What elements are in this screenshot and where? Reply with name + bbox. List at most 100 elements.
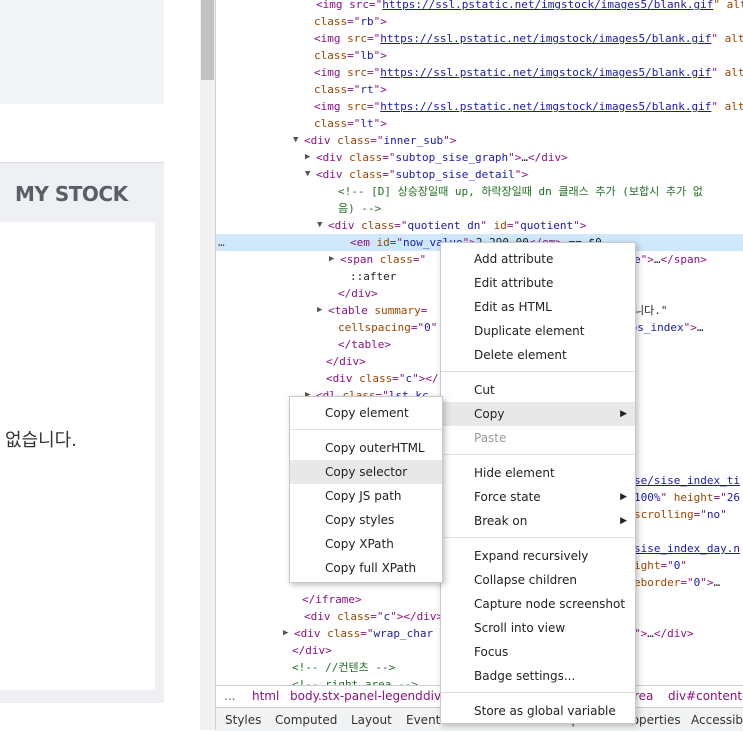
expand-triangle-icon[interactable]: ▶ <box>283 625 288 642</box>
no-stock-message: 없습니다. <box>5 430 77 451</box>
collapse-triangle-icon[interactable]: ▼ <box>317 217 322 234</box>
menu-item-capture-node-screenshot[interactable]: Capture node screenshot <box>441 592 635 616</box>
breadcrumb-item[interactable]: html <box>252 689 279 703</box>
code-token: "> <box>508 151 522 164</box>
menu-item-copy-styles[interactable]: Copy styles <box>290 508 442 532</box>
menu-item-expand-recursively[interactable]: Expand recursively <box>441 544 635 568</box>
menu-item-label: Store as global variable <box>474 704 616 718</box>
dom-tree-node[interactable]: <img src="https://ssl.pstatic.net/imgsto… <box>216 98 743 115</box>
code-token: =" <box>506 219 521 232</box>
menu-item-cut[interactable]: Cut <box>441 378 635 402</box>
code-token: … <box>647 627 654 640</box>
collapse-triangle-icon[interactable]: ▼ <box>293 132 298 149</box>
dom-tree-node[interactable]: <img src="https://ssl.pstatic.net/imgsto… <box>216 0 743 13</box>
menu-item-label: Paste <box>474 431 507 445</box>
menu-item-copy-outerhtml[interactable]: Copy outerHTML <box>290 436 442 460</box>
code-token[interactable]: https://ssl.pstatic.net/imgstock/images5… <box>382 0 713 11</box>
code-token[interactable]: https://ssl.pstatic.net/imgstock/images5… <box>380 100 711 113</box>
code-token[interactable]: sise_index_day.n <box>634 542 740 555</box>
code-token: rt <box>360 83 374 96</box>
code-token: "> <box>640 253 654 266</box>
menu-item-copy[interactable]: Copy ▶ <box>441 402 635 426</box>
dom-tree-node[interactable]: ▶ <div class="subtop_sise_graph">…</div> <box>216 149 743 166</box>
menu-item-duplicate-element[interactable]: Duplicate element <box>441 319 635 343</box>
menu-item-edit-attribute[interactable]: Edit attribute <box>441 271 635 295</box>
menu-item-hide-element[interactable]: Hide element <box>441 461 635 485</box>
breadcrumb-item[interactable]: div#contentar <box>668 689 743 703</box>
code-token: =" <box>382 151 396 164</box>
collapse-triangle-icon[interactable]: ▼ <box>305 166 310 183</box>
code-token: "></ <box>412 372 439 385</box>
code-fragment: ight="0" <box>634 557 687 574</box>
code-token: <img <box>314 32 348 45</box>
menu-item-break-on[interactable]: Break on ▶ <box>441 509 635 533</box>
page-gray-panel <box>0 0 164 104</box>
dom-tree-node[interactable]: 음) --> <box>216 200 743 217</box>
breadcrumb-item[interactable]: div <box>423 689 441 703</box>
code-token: =" <box>367 66 381 79</box>
expand-triangle-icon[interactable]: ▶ <box>317 302 322 319</box>
dom-tree-node[interactable]: class="lb"> <box>216 47 743 64</box>
menu-item-focus[interactable]: Focus <box>441 640 635 664</box>
breadcrumb-item[interactable]: rea <box>634 689 653 703</box>
code-token: id <box>376 236 390 249</box>
code-token: =" <box>382 168 396 181</box>
code-token[interactable]: se/sise_index_ti <box>634 474 740 487</box>
dom-tree-node[interactable]: <!-- [D] 상승장일때 up, 하락장일때 dn 클래스 추가 (보합시 … <box>216 183 743 200</box>
tab-layout[interactable]: Layout <box>351 713 392 727</box>
menu-item-edit-as-html[interactable]: Edit as HTML <box>441 295 635 319</box>
scrollbar-thumb[interactable] <box>201 0 214 80</box>
menu-item-store-as-global-variable[interactable]: Store as global variable <box>441 699 635 723</box>
code-fragment: sise_index_day.n <box>634 540 740 557</box>
expand-triangle-icon[interactable]: ▶ <box>305 149 310 166</box>
tab-accessibili[interactable]: Accessibili <box>691 713 743 727</box>
menu-item-badge-settings[interactable]: Badge settings... <box>441 664 635 688</box>
menu-item-label: Capture node screenshot <box>474 597 626 611</box>
dom-tree-node[interactable]: <img src="https://ssl.pstatic.net/imgsto… <box>216 30 743 47</box>
menu-item-scroll-into-view[interactable]: Scroll into view <box>441 616 635 640</box>
dom-tree-node[interactable]: ▼ <div class="inner_sub"> <box>216 132 743 149</box>
dom-tree-node[interactable]: <img src="https://ssl.pstatic.net/imgsto… <box>216 64 743 81</box>
code-token: </table> <box>338 338 391 351</box>
breadcrumb-overflow[interactable]: ... <box>224 689 235 703</box>
code-token: 26 <box>726 491 740 504</box>
menu-item-copy-full-xpath[interactable]: Copy full XPath <box>290 556 442 580</box>
code-fragment: 100%" height="26 <box>634 489 740 506</box>
code-token: </div> <box>527 151 568 164</box>
code-token: … <box>521 151 528 164</box>
code-token: " <box>680 559 687 572</box>
tab-styles[interactable]: Styles <box>225 713 261 727</box>
code-token[interactable]: https://ssl.pstatic.net/imgstock/images5… <box>380 32 711 45</box>
menu-item-force-state[interactable]: Force state ▶ <box>441 485 635 509</box>
submenu-arrow-icon: ▶ <box>620 409 627 419</box>
dom-tree-node[interactable]: class="rb"> <box>216 13 743 30</box>
breadcrumb-item[interactable]: body.stx-panel-legend <box>290 689 423 703</box>
page-scrollbar[interactable] <box>200 0 216 730</box>
menu-item-copy-selector[interactable]: Copy selector <box>290 460 442 484</box>
dom-tree-node[interactable]: ▼ <div class="subtop_sise_detail"> <box>216 166 743 183</box>
code-token: "> <box>683 321 697 334</box>
dom-tree-node[interactable]: class="rt"> <box>216 81 743 98</box>
menu-item-label: Add attribute <box>474 252 554 266</box>
menu-item-delete-element[interactable]: Delete element <box>441 343 635 367</box>
code-token[interactable]: https://ssl.pstatic.net/imgstock/images5… <box>380 66 711 79</box>
menu-separator <box>441 537 635 538</box>
menu-item-collapse-children[interactable]: Collapse children <box>441 568 635 592</box>
dom-tree-node[interactable]: ▼ <div class="quotient dn" id="quotient"> <box>216 217 743 234</box>
menu-item-copy-element[interactable]: Copy element <box>290 401 442 425</box>
more-options-icon[interactable]: … <box>218 234 225 251</box>
tab-computed[interactable]: Computed <box>275 713 337 727</box>
menu-separator <box>290 429 442 430</box>
menu-item-label: Collapse children <box>474 573 577 587</box>
menu-item-copy-js-path[interactable]: Copy JS path <box>290 484 442 508</box>
menu-item-copy-xpath[interactable]: Copy XPath <box>290 532 442 556</box>
dom-tree-node[interactable]: class="lt"> <box>216 115 743 132</box>
menu-separator <box>441 371 635 372</box>
menu-item-label: Duplicate element <box>474 324 585 338</box>
expand-triangle-icon[interactable]: ▶ <box>329 251 334 268</box>
menu-item-label: Delete element <box>474 348 567 362</box>
menu-item-label: Copy full XPath <box>325 561 417 575</box>
code-token: quotient <box>520 219 574 232</box>
menu-item-add-attribute[interactable]: Add attribute <box>441 247 635 271</box>
code-token: " <box>711 32 725 45</box>
